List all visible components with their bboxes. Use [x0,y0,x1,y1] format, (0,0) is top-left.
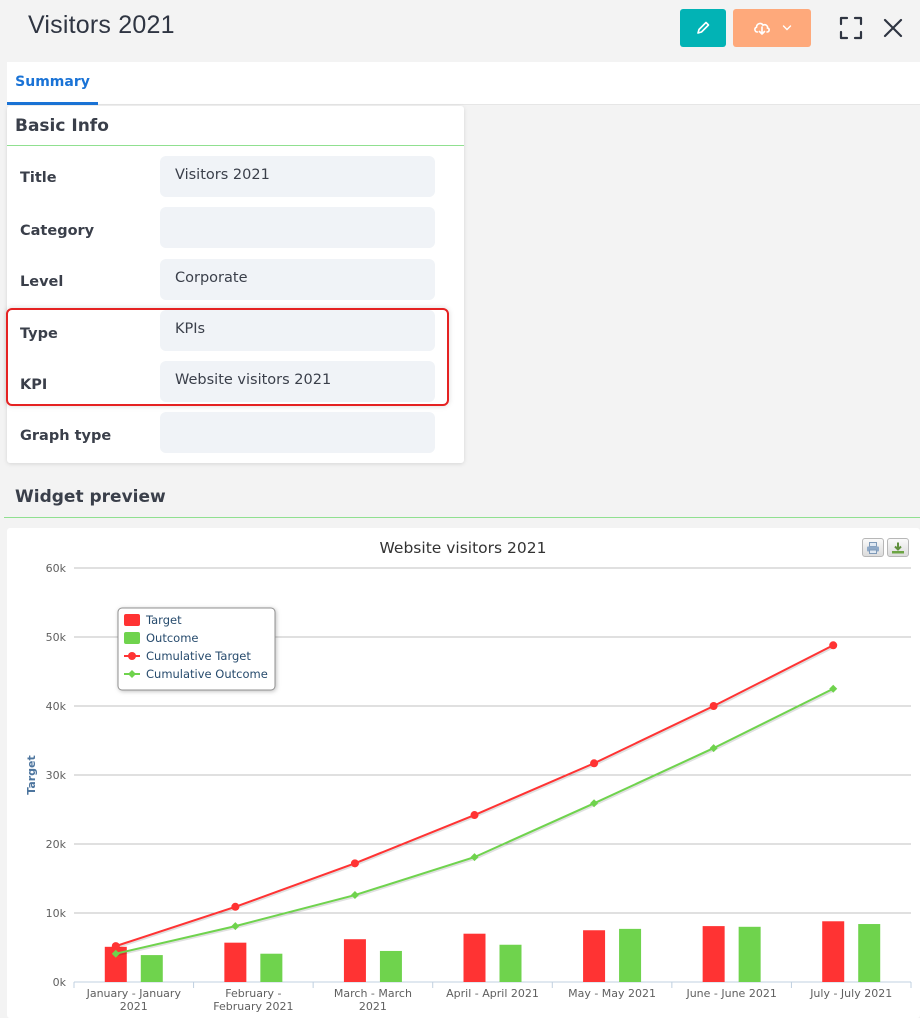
marker-cumulative-target [829,641,838,650]
edit-button[interactable] [680,9,726,47]
fullscreen-icon [839,16,863,40]
fullscreen-button[interactable] [833,10,869,46]
cloud-download-icon [754,22,770,35]
legend-label: Target [145,613,182,627]
bar-target [822,921,845,982]
field-graph-type: Graph type [7,412,464,454]
divider [7,145,464,146]
marker-cumulative-target [590,759,599,768]
tab-summary[interactable]: Summary [7,62,98,105]
chevron-down-icon [782,25,792,31]
x-category-label: July - July 2021 [809,987,892,1000]
category-field[interactable] [160,207,435,248]
x-category-label: May - May 2021 [568,987,656,1000]
download-icon [892,542,904,553]
y-tick-label: 0k [53,976,67,989]
x-category-label: March - March 2021 [334,987,412,1013]
kpi-field[interactable]: Website visitors 2021 [160,361,435,402]
y-tick-label: 20k [46,838,67,851]
marker-cumulative-target [350,859,359,868]
legend-marker [128,652,136,660]
level-field[interactable]: Corporate [160,259,435,300]
line-shadow [116,644,835,949]
basic-info-title: Basic Info [15,116,109,136]
field-label: Category [20,223,95,239]
legend-label: Cumulative Outcome [146,667,268,681]
field-label: Level [20,274,64,290]
chart-legend[interactable]: Target Outcome Cumulative Target Cumulative… [117,607,276,691]
y-tick-label: 60k [46,562,67,575]
y-axis-title: Target [25,755,38,795]
field-type: Type KPIs [7,310,464,352]
y-tick-label: 30k [46,769,67,782]
bar-outcome [499,944,522,982]
graph-type-field[interactable] [160,412,435,453]
bar-target [463,933,486,982]
bar-outcome [260,953,283,982]
chart: 0k 10k 20k 30k 40k 50k 60k January - January 202… [25,539,912,1013]
bar-outcome [140,955,163,982]
legend-label: Outcome [146,631,199,645]
title-field[interactable]: Visitors 2021 [160,156,435,197]
marker-cumulative-target [231,902,240,911]
field-category: Category [7,207,464,249]
field-kpi: KPI Website visitors 2021 [7,361,464,403]
download-menu-button[interactable] [733,9,811,47]
legend-swatch [124,632,140,644]
close-icon [883,18,903,38]
marker-cumulative-target [470,811,479,820]
page-title: Visitors 2021 [28,11,175,39]
y-tick-label: 10k [46,907,67,920]
line-cumulative-outcome [115,687,834,955]
bar-outcome [379,950,402,982]
field-label: Title [20,170,57,186]
legend-item[interactable]: Target [124,613,182,627]
basic-info-card: Basic Info Title Visitors 2021 Category … [7,106,464,463]
header: Visitors 2021 [0,0,920,60]
x-category-label: June - June 2021 [685,987,776,1000]
x-category-label: April - April 2021 [446,987,539,1000]
line-shadow [116,688,835,957]
bar-target [702,926,725,982]
x-category-label: February -February 2021 [213,987,293,1013]
type-field[interactable]: KPIs [160,310,435,351]
bar-outcome [858,924,881,982]
pencil-icon [697,21,710,34]
field-title: Title Visitors 2021 [7,156,464,198]
bar-target [583,930,606,982]
field-label: Type [20,326,58,342]
divider [4,517,920,518]
tab-bar: Summary [7,62,920,105]
download-chart-button[interactable] [887,538,909,557]
print-icon [867,541,879,554]
widget-preview-title: Widget preview [15,487,166,507]
print-chart-button[interactable] [862,538,884,557]
y-tick-label: 40k [46,700,67,713]
field-label: KPI [20,377,48,393]
bar-target [343,939,366,982]
x-category-label: January - January 2021 [86,987,182,1013]
legend-swatch [124,614,140,626]
close-button[interactable] [875,10,911,46]
chart-card: 0k 10k 20k 30k 40k 50k 60k January - January 202… [7,528,920,1018]
legend-item[interactable]: Outcome [124,631,199,645]
legend-item[interactable]: Cumulative Outcome [124,667,268,681]
bar-target [224,942,247,982]
field-label: Graph type [20,428,112,444]
y-tick-label: 50k [46,631,67,644]
marker-cumulative-target [709,702,718,710]
marker-cumulative-target [111,942,120,951]
bar-outcome [619,928,642,982]
legend-label: Cumulative Target [146,649,251,663]
field-level: Level Corporate [7,259,464,301]
chart-title: Website visitors 2021 [380,539,547,557]
bar-outcome [738,926,761,982]
